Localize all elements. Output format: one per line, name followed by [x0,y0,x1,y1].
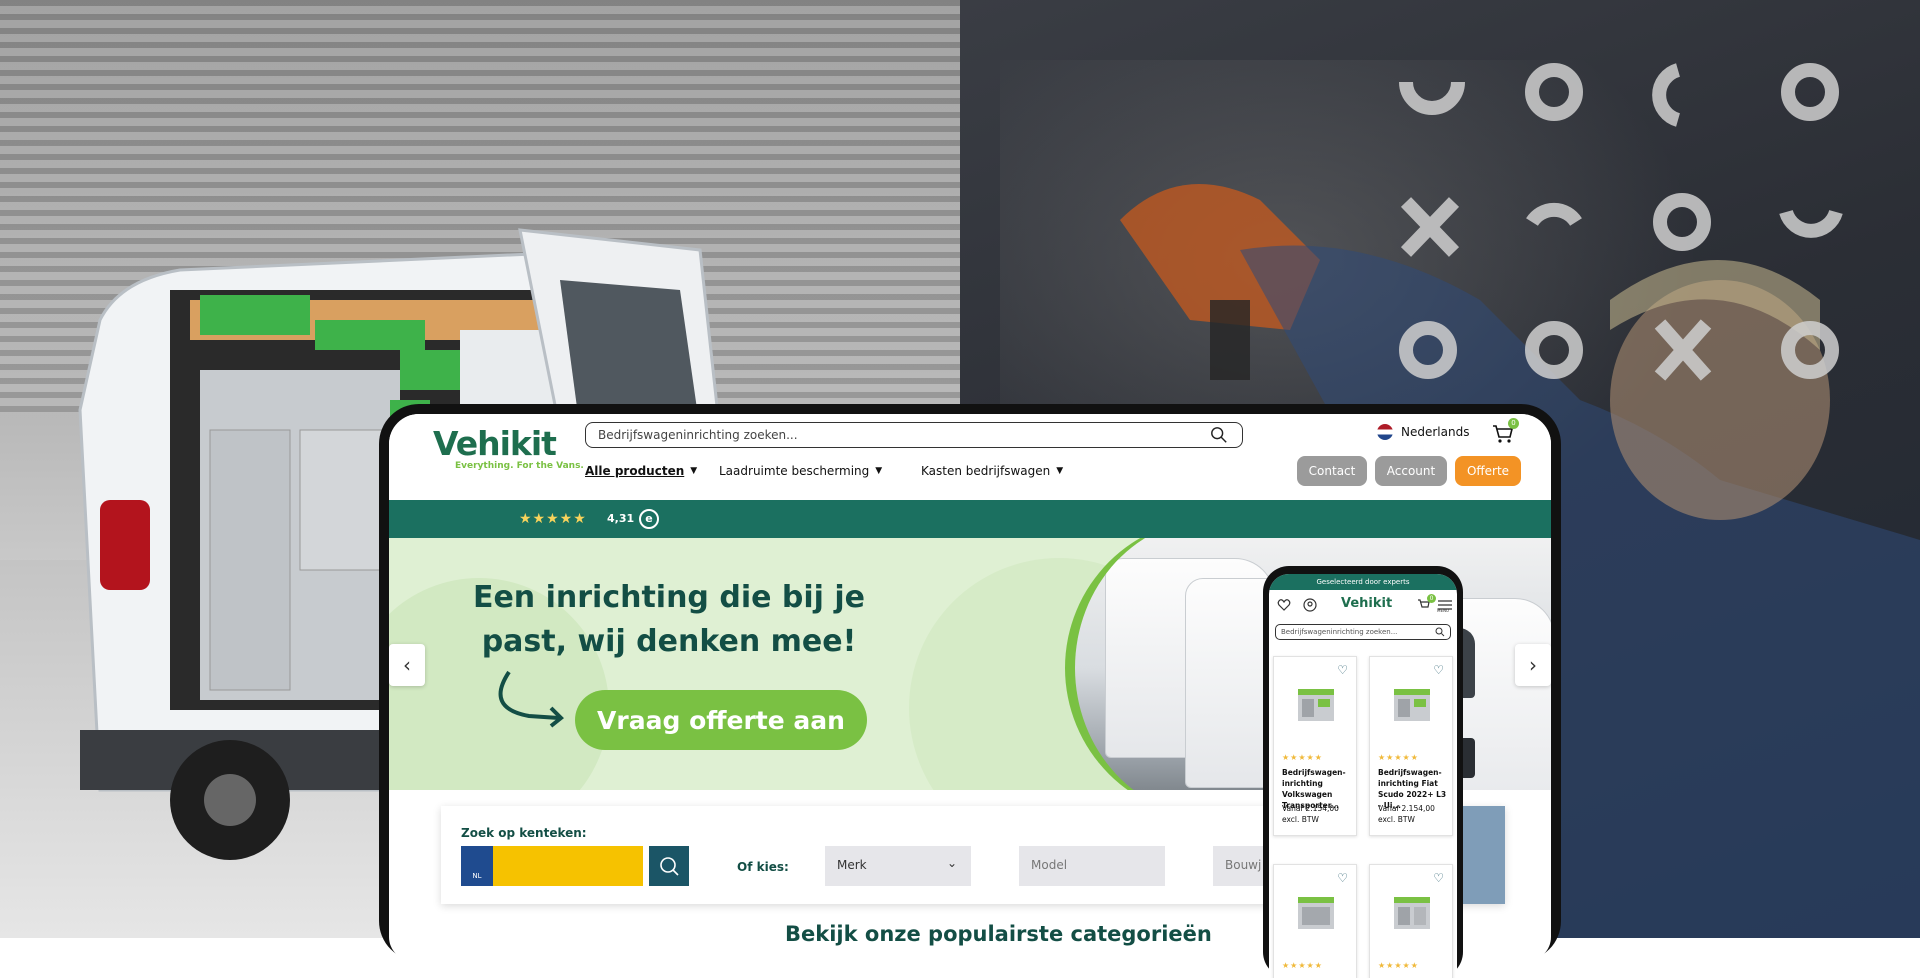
model-select[interactable]: Model [1019,846,1165,886]
product-price: Vanaf 2.154,00 [1378,804,1435,813]
search-placeholder: Bedrijfswageninrichting zoeken... [598,428,798,442]
tagline-part-a: Everything. [455,461,514,471]
search-icon [1435,627,1445,637]
phone-mockup: Geselecteerd door experts Vehikit 0 MENU… [1263,566,1463,978]
carousel-prev-button[interactable]: ‹ [389,644,425,686]
product-rating: ★★★★★ [1378,961,1419,970]
chevron-right-icon: › [1529,653,1537,677]
product-image [1298,689,1334,721]
plate-search-title: Zoek op kenteken: [461,826,587,840]
cart-button[interactable]: 0 [1491,418,1519,446]
curved-arrow-icon [498,670,564,728]
product-rating: ★★★★★ [1378,753,1419,762]
chevron-left-icon: ‹ [403,653,411,677]
menu-label: MENU [1437,608,1449,613]
decorative-symbol-pattern [1399,63,1843,381]
product-rating: ★★★★★ [1282,961,1323,970]
trust-seal-icon[interactable]: e [639,509,659,529]
product-card[interactable]: ♡ ★★★★★ [1273,864,1357,978]
phone-logo[interactable]: Vehikit [1341,596,1392,611]
country-code-badge: NL [461,846,493,886]
or-choose-label: Of kies: [737,860,789,874]
header-actions: Contact Account Offerte [1297,456,1521,486]
product-tax-note: excl. BTW [1282,815,1319,824]
hero-title: Een inrichting die bij je past, wij denk… [472,580,866,659]
request-quote-button[interactable]: Vraag offerte aan [575,690,867,750]
tagline-part-b: For the Vans. [516,461,584,471]
nav-label: Laadruimte bescherming [719,464,870,478]
contact-button[interactable]: Contact [1297,456,1367,486]
rating-stars: ★★★★★ [519,511,587,527]
phone-search-placeholder: Bedrijfswageninrichting zoeken... [1281,628,1398,636]
brand-select-value: Merk [837,858,867,872]
nav-item-laadruimte-bescherming[interactable]: Laadruimte bescherming ▼ [719,464,921,478]
user-icon[interactable] [1303,598,1317,612]
product-card[interactable]: ♡ ★★★★★ Bedrijfswagen­inrichting Fiat Sc… [1369,656,1453,836]
rating-bar: ★★★★★ 4,31 e [389,500,1551,538]
nav-label: Alle producten [585,464,685,478]
heart-icon[interactable]: ♡ [1337,871,1348,885]
netherlands-flag-icon [1377,424,1393,440]
carousel-next-button[interactable]: › [1515,644,1551,686]
product-image [1298,897,1334,929]
cart-count-badge: 0 [1508,418,1519,429]
site-header: Vehikit Everything. For the Vans. Bedrij… [389,414,1551,500]
phone-header: Vehikit 0 MENU [1269,590,1457,620]
site-logo[interactable]: Vehikit Everything. For the Vans. [433,424,584,471]
menu-button[interactable]: MENU [1437,596,1453,616]
caret-down-icon: ▼ [1056,466,1064,476]
caret-down-icon: ▼ [875,466,883,476]
phone-top-banner: Geselecteerd door experts [1269,574,1457,590]
product-card[interactable]: ♡ ★★★★★ Bedrijfswagen­inrichting Volkswa… [1273,656,1357,836]
hero-composite: Vehikit Everything. For the Vans. Bedrij… [0,0,1920,978]
categories-heading: Bekijk onze populairste categorieën [785,922,1212,946]
nav-item-alle-producten[interactable]: Alle producten ▼ [585,464,719,478]
product-image [1394,689,1430,721]
heart-icon[interactable]: ♡ [1433,663,1444,677]
language-label: Nederlands [1401,425,1470,439]
product-price: Vanaf 2.154,00 [1282,804,1339,813]
license-plate-input[interactable] [493,846,643,886]
logo-wordmark: Vehikit [433,424,557,463]
logo-tagline: Everything. For the Vans. [455,461,584,471]
plate-search-button[interactable] [649,846,689,886]
chevron-down-icon: ⌄ [946,856,957,870]
phone-cart-badge: 0 [1427,594,1436,603]
nav-item-kasten-bedrijfswagen[interactable]: Kasten bedrijfswagen ▼ [921,464,1081,478]
brand-select[interactable]: Merk ⌄ [825,846,971,886]
caret-down-icon: ▼ [690,466,698,476]
account-button[interactable]: Account [1375,456,1447,486]
product-tax-note: excl. BTW [1378,815,1415,824]
product-rating: ★★★★★ [1282,753,1323,762]
search-icon[interactable] [1210,426,1228,444]
phone-search-input[interactable]: Bedrijfswageninrichting zoeken... [1275,624,1451,640]
search-input[interactable]: Bedrijfswageninrichting zoeken... [585,422,1243,448]
offerte-button[interactable]: Offerte [1455,456,1521,486]
rating-value: 4,31 [607,512,635,525]
heart-icon[interactable] [1277,598,1291,612]
heart-icon[interactable]: ♡ [1337,663,1348,677]
product-card[interactable]: ♡ ★★★★★ [1369,864,1453,978]
phone-screen: Geselecteerd door experts Vehikit 0 MENU… [1269,574,1457,978]
main-nav: Alle producten ▼ Laadruimte bescherming … [585,464,1081,478]
product-image [1394,897,1430,929]
language-selector[interactable]: Nederlands [1377,424,1469,440]
nav-label: Kasten bedrijfswagen [921,464,1051,478]
heart-icon[interactable]: ♡ [1433,871,1444,885]
search-icon [660,857,679,876]
